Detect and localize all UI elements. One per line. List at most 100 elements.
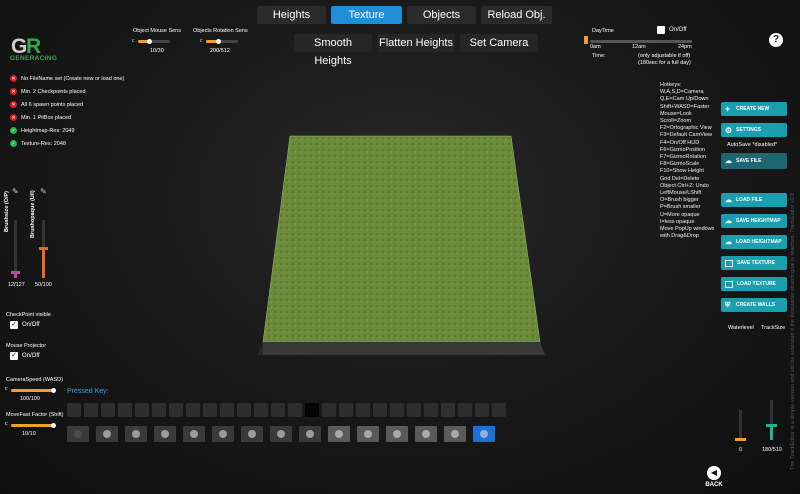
brush-shape-slot[interactable] [67, 403, 81, 417]
brushopaque-handle[interactable] [39, 247, 48, 250]
brush-shape-slot[interactable] [220, 403, 234, 417]
save-heightmap-button[interactable]: ☁ SAVE HEIGHTMAP [721, 214, 787, 228]
waterlevel-slider[interactable] [735, 410, 746, 441]
load-heightmap-button[interactable]: ☁ LOAD HEIGHTMAP [721, 235, 787, 249]
brush-shape-slot[interactable] [169, 403, 183, 417]
texture-brush-slot[interactable] [183, 426, 205, 442]
brush-shape-slot[interactable] [254, 403, 268, 417]
tab-texture[interactable]: Texture [331, 6, 402, 24]
terrain-surface[interactable] [262, 135, 541, 343]
back-label: BACK [705, 482, 723, 488]
movefast-label: MoveFast Factor (Shift) [6, 412, 64, 418]
brush-shape-slot[interactable] [356, 403, 370, 417]
save-texture-button[interactable]: SAVE TEXTURE [721, 256, 787, 270]
texture-brush-slot[interactable] [241, 426, 263, 442]
hotkey-line: Object Ctrl+Z: Undo [660, 182, 709, 189]
brush-shape-slot[interactable] [118, 403, 132, 417]
load-texture-label: LOAD TEXTURE [737, 281, 776, 287]
texture-brush-slot[interactable] [328, 426, 350, 442]
create-walls-button[interactable]: ⛨ CREATE WALLS [721, 298, 787, 312]
texture-brush-slot[interactable] [473, 426, 495, 442]
brushsize-handle[interactable] [11, 270, 20, 274]
slider-knob[interactable] [51, 388, 56, 393]
slider-knob[interactable] [51, 423, 56, 428]
movefast-slider[interactable] [11, 423, 56, 428]
set-camera-button[interactable]: Set Camera [460, 34, 538, 52]
daytime-checkbox[interactable] [657, 26, 665, 34]
brush-shape-slot[interactable] [84, 403, 98, 417]
texture-brush-slot[interactable] [125, 426, 147, 442]
checkpoint-visible-toggle[interactable]: ✓ On/Off [10, 321, 40, 329]
texture-brush-slot[interactable] [299, 426, 321, 442]
tracksize-handle[interactable] [766, 424, 777, 427]
help-icon[interactable]: ? [769, 33, 783, 47]
brush-shape-slot[interactable] [339, 403, 353, 417]
brush-shape-slot[interactable] [441, 403, 455, 417]
brush-shape-slot[interactable] [237, 403, 251, 417]
brush-shape-slot[interactable] [492, 403, 506, 417]
checkpoint-checkbox[interactable]: ✓ [10, 321, 18, 329]
brush-shape-slot[interactable] [390, 403, 404, 417]
brush-shape-slot[interactable] [322, 403, 336, 417]
back-button[interactable]: ◀ BACK [703, 466, 725, 488]
daytime-toggle[interactable]: On/Off [657, 26, 687, 34]
settings-button[interactable]: ⚙ SETTINGS [721, 123, 787, 137]
texture-brush-slot[interactable] [415, 426, 437, 442]
rot-sens-slider[interactable] [206, 39, 238, 44]
flatten-heights-button[interactable]: Flatten Heights [377, 34, 455, 52]
brush-shape-slot[interactable] [475, 403, 489, 417]
waterlevel-handle[interactable] [735, 438, 746, 441]
brush-shape-slot[interactable] [186, 403, 200, 417]
brush-shape-slot[interactable] [203, 403, 217, 417]
brushsize-slider[interactable] [11, 220, 20, 278]
texture-brush-slot[interactable] [386, 426, 408, 442]
load-texture-button[interactable]: LOAD TEXTURE [721, 277, 787, 291]
pressed-key-label: Pressed Key: [67, 388, 109, 395]
terrain-view[interactable] [255, 130, 550, 360]
texture-brush-slot[interactable] [270, 426, 292, 442]
tab-heights[interactable]: Heights [257, 6, 326, 24]
brush-shape-slot[interactable] [152, 403, 166, 417]
tracksize-slider[interactable] [766, 400, 777, 440]
texture-slots-row-2 [67, 426, 507, 442]
load-file-button[interactable]: ☁ LOAD FILE [721, 193, 787, 207]
brush-shape-slot[interactable] [373, 403, 387, 417]
brush-shape-slot[interactable] [135, 403, 149, 417]
brush-shape-slot[interactable] [407, 403, 421, 417]
brush-tool-icon[interactable]: ✎ [12, 187, 19, 196]
daytime-slider-handle[interactable] [584, 36, 588, 44]
save-file-button[interactable]: ☁ SAVE FILE [721, 153, 787, 169]
brush-shape-slot[interactable] [101, 403, 115, 417]
hotkey-line: Grid Del=Delete [660, 175, 700, 182]
slider-knob[interactable] [146, 39, 152, 44]
create-new-button[interactable]: + CREATE NEW [721, 102, 787, 116]
daytime-label: DayTime [592, 28, 614, 34]
texture-brush-slot[interactable] [67, 426, 89, 442]
texture-brush-slot[interactable] [212, 426, 234, 442]
texture-brush-slot[interactable] [444, 426, 466, 442]
texture-brush-slot[interactable] [154, 426, 176, 442]
brush-shape-slot[interactable] [305, 403, 319, 417]
mouse-sens-label: Object Mouse Sens [133, 28, 181, 34]
tab-objects[interactable]: Objects [407, 6, 476, 24]
tab-reload-obj[interactable]: Reload Obj. [481, 6, 552, 24]
brushopaque-slider[interactable] [39, 220, 48, 278]
projector-checkbox[interactable]: ✓ [10, 352, 18, 360]
projector-toggle-label: On/Off [22, 353, 40, 359]
daytime-slider[interactable] [590, 40, 692, 43]
brush-opaque-tool-icon[interactable]: ✎ [40, 187, 47, 196]
mouse-projector-toggle[interactable]: ✓ On/Off [10, 352, 40, 360]
camspeed-slider[interactable] [11, 388, 56, 393]
hotkey-line: Move PopUp windows [660, 226, 715, 233]
texture-brush-slot[interactable] [96, 426, 118, 442]
smooth-heights-button[interactable]: Smooth Heights [294, 34, 372, 67]
brush-shape-slot[interactable] [458, 403, 472, 417]
brush-shape-slot[interactable] [424, 403, 438, 417]
hotkey-line: Q,E=Cam Up/Down [660, 96, 709, 103]
texture-brush-slot[interactable] [357, 426, 379, 442]
camspeed-min: c [5, 386, 8, 392]
mouse-sens-slider[interactable] [138, 39, 170, 44]
brush-shape-slot[interactable] [271, 403, 285, 417]
save-texture-label: SAVE TEXTURE [737, 260, 775, 266]
brush-shape-slot[interactable] [288, 403, 302, 417]
